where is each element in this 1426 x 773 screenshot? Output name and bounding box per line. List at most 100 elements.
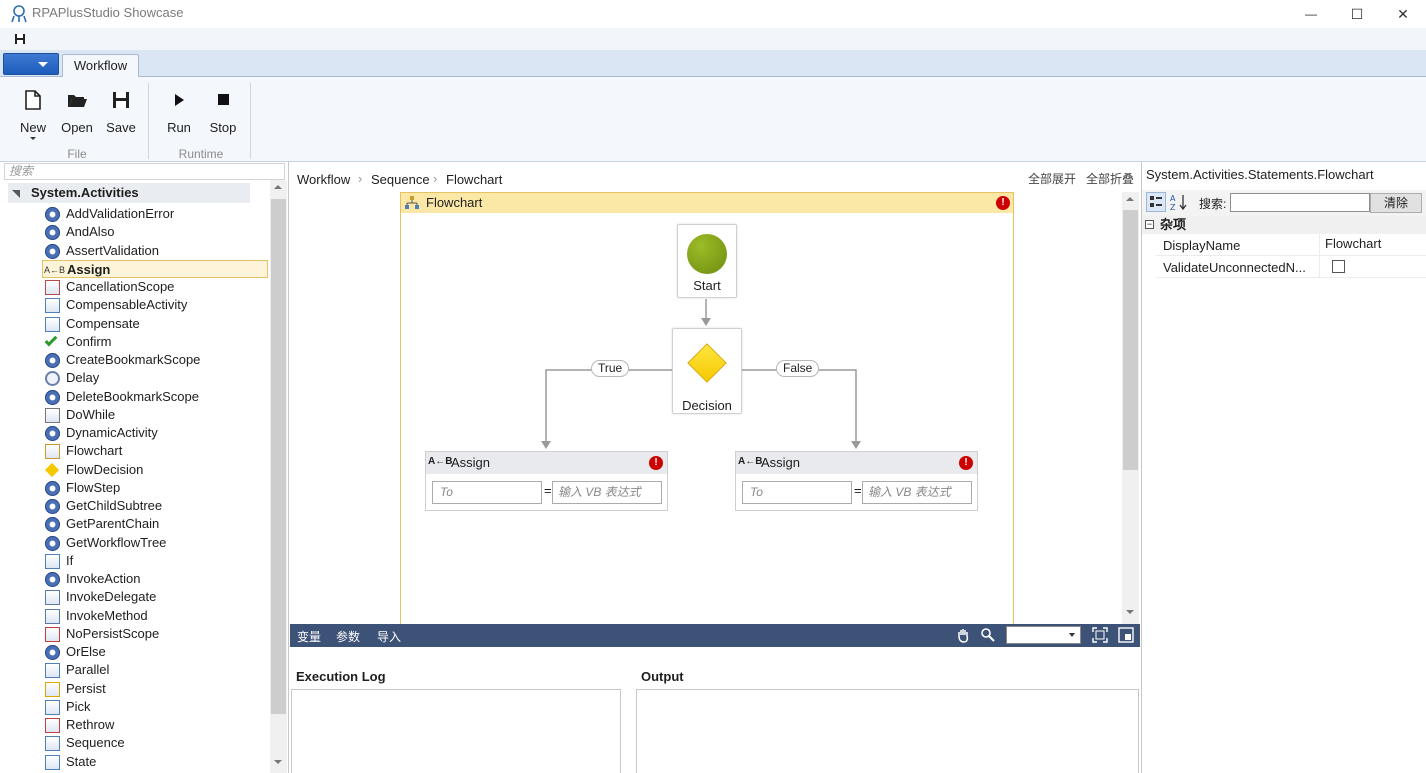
loop-icon — [45, 407, 60, 423]
toolbox-item-pick[interactable]: Pick — [42, 698, 268, 716]
false-branch-label[interactable]: False — [776, 360, 820, 377]
gear-icon — [45, 572, 60, 587]
assign-activity-false[interactable]: A←B Assign ! To = 输入 VB 表达式 — [735, 451, 978, 511]
toolbox-item-parallel[interactable]: Parallel — [42, 661, 268, 679]
toolbox-scrollbar-thumb[interactable] — [271, 199, 286, 714]
toolbox-item-getparentchain[interactable]: GetParentChain — [42, 515, 268, 533]
property-value-input[interactable]: Flowchart — [1319, 234, 1426, 256]
toolbox-item-addvalidationerror[interactable]: AddValidationError — [42, 205, 268, 223]
toolbox-item-confirm[interactable]: Confirm — [42, 333, 268, 351]
quick-access-toolbar — [0, 28, 1426, 50]
toolbox-item-deletebookmarkscope[interactable]: DeleteBookmarkScope — [42, 388, 268, 406]
overview-map-icon[interactable] — [1118, 627, 1134, 643]
toolbox-item-invokedelegate[interactable]: InvokeDelegate — [42, 588, 268, 606]
maximize-button[interactable]: ☐ — [1334, 0, 1380, 28]
pan-hand-icon[interactable] — [955, 627, 971, 643]
toolbox-item-compensate[interactable]: Compensate — [42, 315, 268, 333]
state-icon — [45, 754, 60, 770]
clear-search-button[interactable]: 清除 — [1370, 193, 1422, 213]
alphabetical-view-button[interactable]: A Z — [1169, 192, 1189, 212]
execution-log-box[interactable] — [291, 689, 621, 773]
property-row-displayname[interactable]: DisplayName Flowchart — [1156, 234, 1426, 256]
flowchart-icon — [45, 444, 60, 460]
tab-imports[interactable]: 导入 — [377, 628, 401, 645]
open-button-label: Open — [61, 120, 93, 135]
new-button-label: New — [19, 120, 46, 135]
toolbox-item-label: Flowchart — [66, 443, 123, 459]
breadcrumb-flowchart[interactable]: Flowchart — [446, 172, 502, 187]
toolbox-item-state[interactable]: State — [42, 753, 268, 771]
toolbox-item-delay[interactable]: Delay — [42, 369, 268, 387]
tab-arguments[interactable]: 参数 — [336, 628, 360, 645]
stop-button[interactable]: Stop — [203, 85, 243, 145]
canvas-scrollbar[interactable] — [1122, 192, 1139, 624]
decision-node[interactable]: Decision — [672, 328, 742, 414]
toolbox-item-andalso[interactable]: AndAlso — [42, 223, 268, 241]
properties-search-input[interactable] — [1230, 193, 1370, 212]
toolbox-category[interactable]: System.Activities — [8, 183, 250, 203]
tab-workflow[interactable]: Workflow — [62, 54, 139, 78]
categorized-view-button[interactable] — [1146, 192, 1166, 212]
toolbox-item-assign[interactable]: A←B Assign — [42, 259, 268, 278]
assign-value-input[interactable]: 输入 VB 表达式 — [552, 481, 662, 504]
fit-to-screen-icon[interactable] — [1092, 627, 1108, 643]
workflow-canvas[interactable]: Flowchart ! Start Decision True False A←… — [290, 192, 1140, 624]
toolbox-item-getchildsubtree[interactable]: GetChildSubtree — [42, 497, 268, 515]
toolbox-item-persist[interactable]: Persist — [42, 680, 268, 698]
toolbox-scrollbar[interactable] — [270, 180, 287, 773]
minimize-button[interactable]: — — [1288, 0, 1334, 28]
application-menu-button[interactable] — [3, 53, 59, 75]
expand-all-button[interactable]: 全部展开 — [1028, 170, 1076, 187]
canvas-scrollbar-thumb[interactable] — [1123, 210, 1138, 470]
scroll-up-icon[interactable] — [1126, 197, 1134, 201]
toolbox-item-compensableactivity[interactable]: CompensableActivity — [42, 296, 268, 314]
close-button[interactable]: ✕ — [1380, 0, 1426, 28]
toolbox-item-cancellationscope[interactable]: CancellationScope — [42, 278, 268, 296]
true-branch-label[interactable]: True — [591, 360, 630, 377]
toolbox-item-rethrow[interactable]: Rethrow — [42, 716, 268, 734]
toolbox-search-input[interactable]: 搜索 — [4, 163, 285, 180]
assign-to-input[interactable]: To — [742, 481, 852, 504]
designer-bottom-bar: 变量 参数 导入 — [290, 624, 1140, 647]
breadcrumb-sequence[interactable]: Sequence — [371, 172, 430, 187]
new-button[interactable]: New — [13, 85, 53, 145]
scroll-up-icon[interactable] — [274, 185, 282, 189]
toolbox-item-if[interactable]: If — [42, 552, 268, 570]
toolbox-item-invokeaction[interactable]: InvokeAction — [42, 570, 268, 588]
invoke-icon — [45, 608, 60, 624]
toolbox-item-getworkflowtree[interactable]: GetWorkflowTree — [42, 534, 268, 552]
chevron-down-icon — [30, 137, 36, 140]
toolbox-item-assertvalidation[interactable]: AssertValidation — [42, 242, 268, 260]
property-row-validate[interactable]: ValidateUnconnectedN... — [1156, 256, 1426, 278]
validate-checkbox[interactable] — [1332, 260, 1345, 273]
flowchart-activity[interactable]: Flowchart ! Start Decision True False A←… — [400, 192, 1014, 624]
toolbox-item-flowdecision[interactable]: FlowDecision — [42, 461, 268, 479]
tab-variables[interactable]: 变量 — [297, 628, 321, 645]
assign-activity-true[interactable]: A←B Assign ! To = 输入 VB 表达式 — [425, 451, 668, 511]
toolbox-item-label: Sequence — [66, 735, 125, 751]
toolbox-item-orelse[interactable]: OrElse — [42, 643, 268, 661]
toolbox-item-sequence[interactable]: Sequence — [42, 734, 268, 752]
toolbox-item-dynamicactivity[interactable]: DynamicActivity — [42, 424, 268, 442]
toolbox-item-nopersistscope[interactable]: NoPersistScope — [42, 625, 268, 643]
output-box[interactable] — [636, 689, 1139, 773]
assign-value-input[interactable]: 输入 VB 表达式 — [862, 481, 972, 504]
zoom-level-select[interactable] — [1006, 626, 1081, 644]
scroll-down-icon[interactable] — [274, 760, 282, 764]
run-button[interactable]: Run — [159, 85, 199, 145]
toolbox-item-flowchart[interactable]: Flowchart — [42, 442, 268, 460]
assign-to-input[interactable]: To — [432, 481, 542, 504]
breadcrumb-workflow[interactable]: Workflow — [297, 172, 350, 187]
property-category[interactable]: − 杂项 — [1142, 216, 1426, 234]
toolbox-item-dowhile[interactable]: DoWhile — [42, 406, 268, 424]
quick-save-icon[interactable] — [12, 31, 28, 47]
zoom-icon[interactable] — [980, 627, 996, 643]
toolbox-item-invokemethod[interactable]: InvokeMethod — [42, 607, 268, 625]
toolbox-item-flowstep[interactable]: FlowStep — [42, 479, 268, 497]
collapse-all-button[interactable]: 全部折叠 — [1086, 170, 1134, 187]
start-node[interactable]: Start — [677, 224, 737, 298]
open-button[interactable]: Open — [57, 85, 97, 145]
save-button[interactable]: Save — [101, 85, 141, 145]
toolbox-item-createbookmarkscope[interactable]: CreateBookmarkScope — [42, 351, 268, 369]
scroll-down-icon[interactable] — [1126, 610, 1134, 614]
